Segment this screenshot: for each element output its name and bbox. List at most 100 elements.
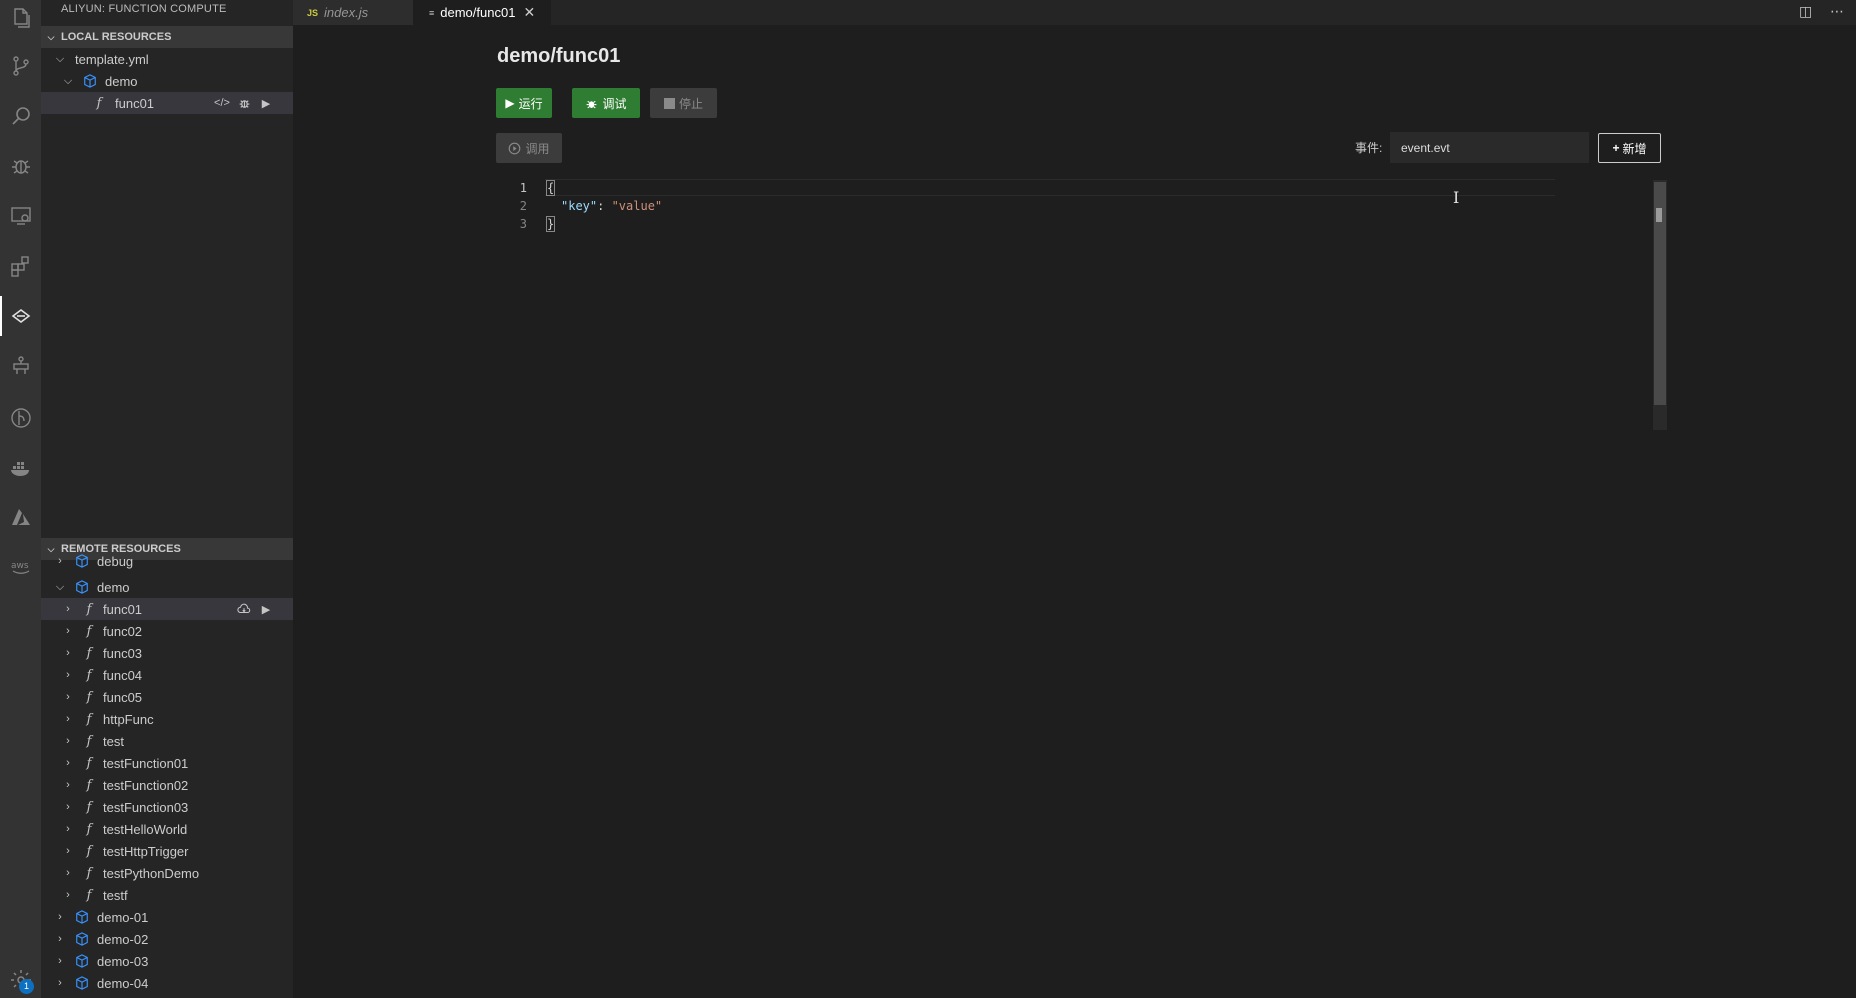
tree-item-function[interactable]: › f func04 xyxy=(41,664,293,686)
tree-item-service[interactable]: › debug xyxy=(41,550,293,572)
service-cube-icon xyxy=(76,554,88,568)
chevron-right-icon: › xyxy=(66,647,70,659)
play-icon[interactable]: ▶ xyxy=(257,600,275,618)
tree-item-function[interactable]: › f testPythonDemo xyxy=(41,862,293,884)
function-icon: f xyxy=(86,711,92,727)
tree-item-service[interactable]: › demo-01 xyxy=(41,906,293,928)
function-icon: f xyxy=(96,95,102,111)
azure-icon[interactable] xyxy=(7,504,35,532)
tree-item-function[interactable]: › f testHelloWorld xyxy=(41,818,293,840)
service-cube-icon xyxy=(84,74,96,88)
chevron-down-icon: ⌵ xyxy=(47,31,55,42)
chevron-down-icon: ⌵ xyxy=(55,580,65,593)
sidebar-title: ALIYUN: FUNCTION COMPUTE xyxy=(61,3,227,15)
chevron-right-icon: › xyxy=(66,669,70,681)
tree-item-function[interactable]: › f testHttpTrigger xyxy=(41,840,293,862)
more-actions-icon[interactable]: ⋯ xyxy=(1830,3,1844,20)
tree-item-function[interactable]: › f testFunction03 xyxy=(41,796,293,818)
run-button[interactable]: ▶ 运行 xyxy=(496,88,552,118)
chevron-right-icon: › xyxy=(66,603,70,615)
line-number: 3 xyxy=(519,217,527,231)
tree-item-service[interactable]: › demo-03 xyxy=(41,950,293,972)
tree-item-function[interactable]: › f httpFunc xyxy=(41,708,293,730)
tab-demo-func01[interactable]: ≡ demo/func01 ✕ xyxy=(413,0,551,25)
stop-button-label: 停止 xyxy=(678,96,703,111)
play-icon[interactable]: ▶ xyxy=(257,94,275,112)
tree-item-local-service[interactable]: ⌵ demo xyxy=(41,70,293,92)
extensions-icon[interactable] xyxy=(7,252,35,280)
tree-item-function[interactable]: › f func03 xyxy=(41,642,293,664)
split-editor-icon[interactable]: ◫ xyxy=(1799,3,1812,20)
tree-item-template[interactable]: ⌵ template.yml xyxy=(41,48,293,70)
debug-icon[interactable] xyxy=(235,94,253,112)
chevron-right-icon: › xyxy=(58,911,62,923)
tree-item-label: testHttpTrigger xyxy=(103,843,189,859)
page-title: demo/func01 xyxy=(497,45,621,67)
new-event-button[interactable]: + 新增 xyxy=(1598,133,1661,163)
tree-item-function[interactable]: › f func01 ▶ xyxy=(41,598,293,620)
tree-item-function[interactable]: › f test xyxy=(41,730,293,752)
tree-item-function[interactable]: › f func05 xyxy=(41,686,293,708)
debug-icon[interactable] xyxy=(7,152,35,180)
cloud-download-icon[interactable] xyxy=(235,600,253,618)
tree-item-function[interactable]: › f testFunction01 xyxy=(41,752,293,774)
explorer-icon[interactable] xyxy=(7,4,35,32)
event-label: 事件: xyxy=(1355,141,1383,155)
source-control-icon[interactable] xyxy=(7,52,35,80)
line-number: 2 xyxy=(519,199,527,213)
search-icon[interactable] xyxy=(7,102,35,130)
function-icon: f xyxy=(86,755,92,771)
tree-item-label: testHelloWorld xyxy=(103,821,188,837)
tree-item-label: testPythonDemo xyxy=(103,865,200,881)
tree-item-service[interactable]: › demo-02 xyxy=(41,928,293,950)
tree-item-function[interactable]: › f testFunction02 xyxy=(41,774,293,796)
close-icon[interactable]: ✕ xyxy=(523,4,535,21)
docker-icon[interactable] xyxy=(7,454,35,482)
remote-explorer-icon[interactable] xyxy=(7,202,35,230)
event-input[interactable]: event.evt xyxy=(1390,132,1589,163)
service-cube-icon xyxy=(76,910,88,924)
invoke-button-label: 调用 xyxy=(525,141,550,156)
tree-item-label: testFunction02 xyxy=(103,777,189,793)
tree-item-label: func04 xyxy=(103,667,143,683)
tree-item-label: func05 xyxy=(103,689,143,705)
local-resources-header[interactable]: ⌵ LOCAL RESOURCES xyxy=(41,26,293,48)
chevron-right-icon: › xyxy=(66,867,70,879)
tree-item-function[interactable]: › f testf xyxy=(41,884,293,906)
code-editor[interactable]: 1 2 3 { "key": "value" } xyxy=(497,179,1617,479)
tab-label: demo/func01 xyxy=(440,5,516,20)
debug-button[interactable]: 调试 xyxy=(572,88,640,118)
aws-icon[interactable]: aws xyxy=(7,552,35,580)
function-icon: f xyxy=(86,645,92,661)
code-brace-close: } xyxy=(545,216,556,232)
function-compute-icon[interactable] xyxy=(0,296,35,336)
activity-bar: aws 1 xyxy=(0,0,41,998)
tree-icon[interactable] xyxy=(7,352,35,380)
code-colon: : xyxy=(597,199,612,213)
tree-item-label: demo xyxy=(97,579,130,595)
code-icon[interactable]: </> xyxy=(213,94,231,112)
tree-item-label: debug xyxy=(97,553,134,569)
function-icon: f xyxy=(86,689,92,705)
git-graph-icon[interactable] xyxy=(7,404,35,432)
tree-item-label: demo-02 xyxy=(97,931,149,947)
tab-index-js[interactable]: JS index.js xyxy=(293,0,413,25)
stop-button[interactable]: 停止 xyxy=(650,88,717,118)
chevron-right-icon: › xyxy=(58,955,62,967)
invoke-button[interactable]: 调用 xyxy=(496,133,562,163)
sidebar: ALIYUN: FUNCTION COMPUTE ⌵ LOCAL RESOURC… xyxy=(41,0,293,998)
function-icon: f xyxy=(86,623,92,639)
bug-icon xyxy=(587,100,597,108)
tree-item-service[interactable]: ⌵ demo xyxy=(41,576,293,598)
code-line: { xyxy=(545,180,556,196)
tree-item-function[interactable]: › f func02 xyxy=(41,620,293,642)
tab-label: index.js xyxy=(324,5,369,20)
chevron-right-icon: › xyxy=(66,713,70,725)
tree-item-service[interactable]: › demo-04 xyxy=(41,972,293,994)
tree-item-label: demo-04 xyxy=(97,975,149,991)
tree-item-label: template.yml xyxy=(75,51,149,67)
tree-item-label: testFunction01 xyxy=(103,755,189,771)
line-number: 1 xyxy=(519,181,527,195)
tree-item-local-function[interactable]: f func01 </> ▶ xyxy=(41,92,293,114)
chevron-right-icon: › xyxy=(66,801,70,813)
